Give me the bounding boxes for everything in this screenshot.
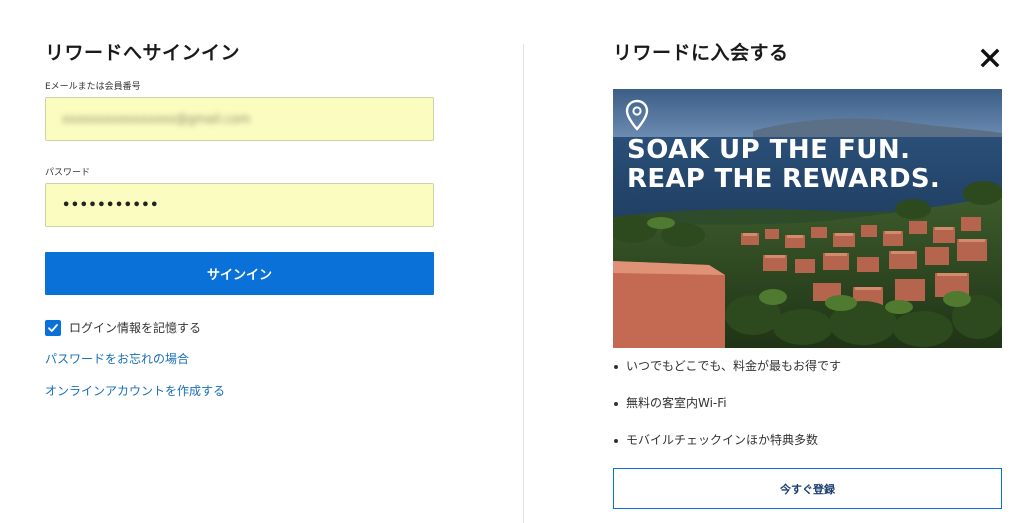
signin-button[interactable]: サインイン — [45, 252, 434, 295]
promo-headline-line2: REAP THE REWARDS. — [627, 164, 940, 194]
email-field[interactable]: xxxxxxxxxxxxxxxx@gmail.com — [45, 97, 434, 141]
join-title: リワードに入会する — [613, 42, 789, 64]
password-field[interactable]: ••••••••••• — [45, 183, 434, 227]
checkmark-icon — [48, 323, 58, 332]
remember-label: ログイン情報を記憶する — [69, 321, 202, 335]
join-now-button[interactable]: 今すぐ登録 — [613, 468, 1002, 509]
email-label: Eメールまたは会員番号 — [45, 82, 141, 92]
join-panel: リワードに入会する SOAK UP THE FUN. REAP THE REWA… — [613, 40, 1002, 509]
email-value: xxxxxxxxxxxxxxxx@gmail.com — [62, 112, 251, 126]
signin-title: リワードへサインイン — [45, 42, 241, 64]
benefits-list: いつでもどこでも、料金が最もお得です 無料の客室内Wi-Fi モバイルチェックイ… — [613, 358, 841, 469]
promo-image: SOAK UP THE FUN. REAP THE REWARDS. — [613, 89, 1002, 348]
create-account-link[interactable]: オンラインアカウントを作成する — [45, 383, 225, 399]
rewards-dialog: リワードへサインイン Eメールまたは会員番号 xxxxxxxxxxxxxxxx@… — [0, 0, 1024, 523]
column-divider — [523, 44, 524, 523]
remember-me[interactable]: ログイン情報を記憶する — [45, 319, 201, 336]
benefit-item: モバイルチェックインほか特典多数 — [613, 432, 841, 469]
password-value: ••••••••••• — [62, 197, 159, 213]
benefit-item: いつでもどこでも、料金が最もお得です — [613, 358, 841, 395]
benefit-item: 無料の客室内Wi-Fi — [613, 395, 841, 432]
password-label: パスワード — [45, 168, 91, 178]
forgot-password-link[interactable]: パスワードをお忘れの場合 — [45, 351, 189, 367]
signin-panel: リワードへサインイン Eメールまたは会員番号 xxxxxxxxxxxxxxxx@… — [45, 40, 435, 398]
promo-headline-line1: SOAK UP THE FUN. — [627, 135, 911, 165]
remember-checkbox[interactable] — [45, 319, 61, 336]
